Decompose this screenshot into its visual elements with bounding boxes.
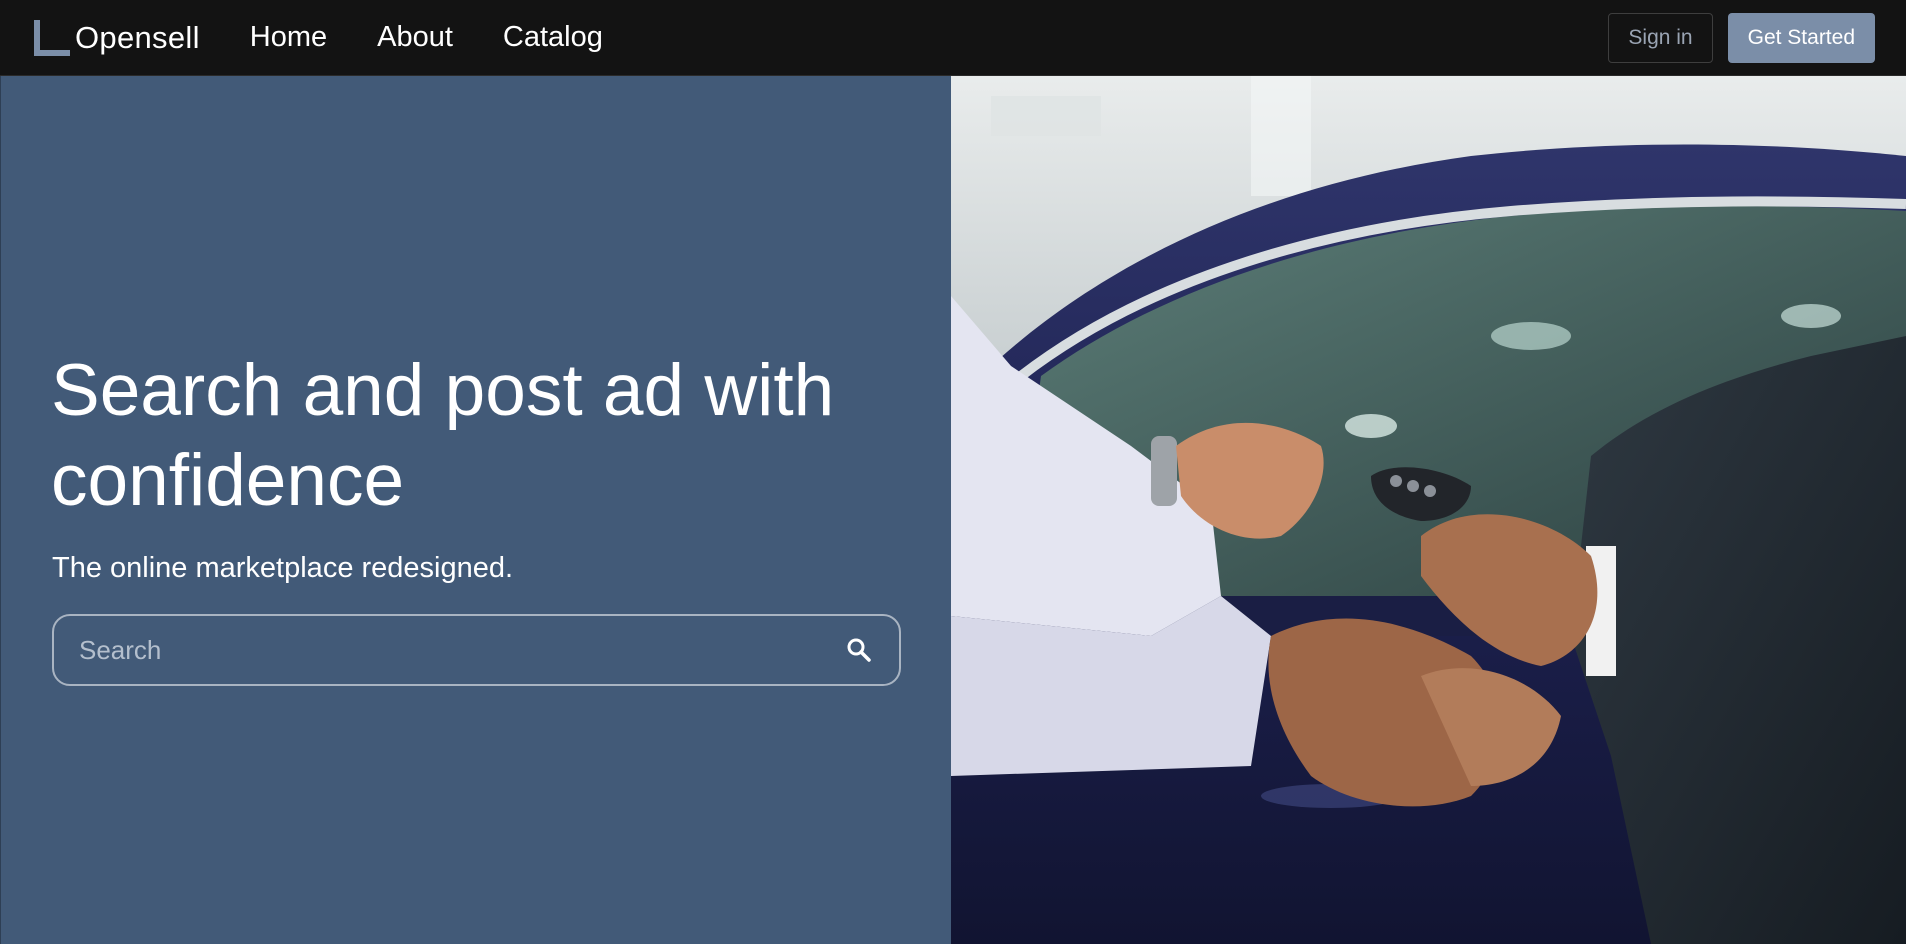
nav-actions: Sign in Get Started <box>1608 12 1875 63</box>
hero-headline: Search and post ad with confidence <box>51 350 835 521</box>
hero-image <box>951 76 1906 944</box>
nav-link-catalog[interactable]: Catalog <box>503 21 603 54</box>
nav-link-home[interactable]: Home <box>250 21 327 54</box>
brand-name: Opensell <box>75 19 200 55</box>
search-input[interactable] <box>54 616 839 684</box>
get-started-button[interactable]: Get Started <box>1727 12 1875 63</box>
nav-link-about[interactable]: About <box>377 21 453 54</box>
hero-subtitle: The online marketplace redesigned. <box>52 552 514 584</box>
main-nav: Home About Catalog <box>250 21 653 54</box>
hero-panel: Search and post ad with confidence The o… <box>0 76 951 944</box>
search-icon[interactable] <box>839 630 879 670</box>
handshake-car-image <box>951 76 1906 944</box>
brand[interactable]: Opensell <box>32 18 200 58</box>
sign-in-button[interactable]: Sign in <box>1608 12 1713 63</box>
search-bar <box>52 614 901 686</box>
logo-square-icon <box>34 19 70 56</box>
top-navbar: Opensell Home About Catalog Sign in Get … <box>0 0 1906 76</box>
